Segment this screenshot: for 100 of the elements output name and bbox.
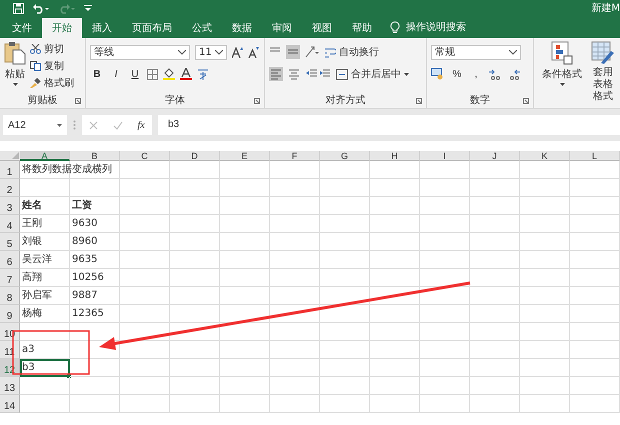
ribbon-tab[interactable]: 数据	[222, 18, 262, 38]
italic-button[interactable]: I	[109, 68, 123, 80]
cell-text: 杨梅	[22, 306, 42, 321]
copy-button[interactable]: 复制	[30, 58, 74, 74]
ribbon-tab[interactable]: 开始	[42, 18, 82, 38]
borders-icon[interactable]	[147, 68, 158, 80]
table-cell	[270, 215, 320, 233]
clipboard-icon	[4, 41, 26, 65]
dialog-launcher-icon[interactable]	[523, 98, 529, 104]
column-header[interactable]: A	[20, 151, 70, 161]
column-header[interactable]: H	[370, 151, 420, 161]
decrease-decimal-icon[interactable]	[507, 68, 521, 80]
cell-text: 王刚	[22, 217, 42, 231]
table-cell	[520, 305, 570, 323]
cell-text: 12365	[72, 307, 104, 321]
dialog-launcher-icon[interactable]	[254, 98, 260, 104]
dialog-launcher-icon[interactable]	[75, 98, 81, 104]
row-header[interactable]: 2	[0, 179, 20, 197]
customize-icon[interactable]	[84, 4, 92, 12]
table-cell	[170, 251, 220, 269]
ribbon-tab[interactable]: 页面布局	[122, 18, 182, 38]
cut-button[interactable]: 剪切	[30, 41, 74, 57]
table-cell	[520, 161, 570, 179]
table-cell	[270, 179, 320, 197]
chevron-down-icon	[509, 50, 517, 54]
ribbon-tab[interactable]: 帮助	[342, 18, 382, 38]
row-header[interactable]: 1	[0, 161, 20, 179]
table-cell	[470, 251, 520, 269]
table-cell	[220, 341, 270, 359]
row-header[interactable]: 6	[0, 251, 20, 269]
comma-button[interactable]: ,	[469, 68, 483, 80]
increase-decimal-icon[interactable]	[488, 68, 502, 80]
row-header[interactable]: 8	[0, 287, 20, 305]
table-cell	[120, 179, 170, 197]
underline-button[interactable]: U	[128, 68, 142, 80]
row-header[interactable]: 3	[0, 197, 20, 215]
ribbon-tab[interactable]: 审阅	[262, 18, 302, 38]
fill-color-icon[interactable]	[163, 68, 175, 80]
column-header[interactable]: K	[520, 151, 570, 161]
orientation-icon[interactable]	[305, 46, 319, 58]
grip-icon	[73, 120, 76, 130]
percent-button[interactable]: %	[450, 68, 464, 80]
row-header[interactable]: 4	[0, 215, 20, 233]
wrap-text-button[interactable]: 自动换行	[324, 44, 379, 60]
fill-handle[interactable]	[67, 374, 71, 378]
column-header[interactable]: G	[320, 151, 370, 161]
group-label: 数字	[470, 94, 490, 107]
name-box[interactable]: A12	[3, 115, 67, 135]
paste-button[interactable]: 粘贴	[4, 41, 26, 92]
row-header[interactable]: 5	[0, 233, 20, 251]
table-cell	[120, 161, 170, 179]
column-header[interactable]: F	[270, 151, 320, 161]
column-header[interactable]: J	[470, 151, 520, 161]
tell-me-search[interactable]: 操作说明搜索	[406, 18, 466, 38]
conditional-format-button[interactable]: 条件格式	[542, 41, 582, 108]
font-name-dropdown[interactable]: 等线	[90, 44, 190, 60]
table-cell	[370, 287, 420, 305]
align-left-icon[interactable]	[269, 67, 283, 81]
column-header[interactable]: I	[420, 151, 470, 161]
insert-function-button[interactable]: fx	[137, 120, 145, 130]
column-header[interactable]: E	[220, 151, 270, 161]
format-as-table-button[interactable]: 套用 表格格式	[590, 41, 616, 108]
column-header[interactable]: C	[120, 151, 170, 161]
cell-text: 吴云洋	[22, 253, 52, 267]
font-size-dropdown[interactable]: 11	[195, 44, 227, 60]
ribbon-tab[interactable]: 公式	[182, 18, 222, 38]
column-header[interactable]: B	[70, 151, 120, 161]
table-cell	[520, 197, 570, 215]
table-cell	[470, 377, 520, 395]
cell-text: a3	[22, 343, 34, 357]
table-cell	[170, 197, 220, 215]
table-cell	[320, 305, 370, 323]
format-painter-button[interactable]: 格式刷	[30, 75, 74, 91]
table-cell	[220, 305, 270, 323]
cell-text: 姓名	[22, 198, 42, 213]
ribbon-tab[interactable]: 文件	[2, 18, 42, 38]
align-center-icon[interactable]	[288, 68, 300, 80]
merge-center-button[interactable]: 合并后居中	[336, 66, 409, 82]
ribbon-tab[interactable]: 视图	[302, 18, 342, 38]
column-header[interactable]: L	[570, 151, 620, 161]
save-icon[interactable]	[13, 2, 24, 14]
lightbulb-icon[interactable]	[390, 21, 400, 34]
row-header[interactable]: 13	[0, 377, 20, 395]
align-middle-icon[interactable]	[286, 45, 300, 59]
row-header[interactable]: 9	[0, 305, 20, 323]
undo-icon[interactable]	[32, 2, 50, 14]
table-cell	[420, 287, 470, 305]
phonetic-icon[interactable]	[197, 68, 209, 80]
increase-font-icon[interactable]	[232, 46, 243, 58]
row-header[interactable]: 7	[0, 269, 20, 287]
row-header[interactable]: 14	[0, 395, 20, 413]
currency-icon[interactable]	[431, 68, 445, 80]
formula-field[interactable]: b3	[158, 115, 620, 135]
ribbon-tab[interactable]: 插入	[82, 18, 122, 38]
column-header[interactable]: D	[170, 151, 220, 161]
dialog-launcher-icon[interactable]	[416, 98, 422, 104]
decrease-font-icon[interactable]	[248, 46, 259, 58]
bold-button[interactable]: B	[90, 68, 104, 80]
number-format-dropdown[interactable]: 常规	[431, 44, 521, 60]
font-color-icon[interactable]	[180, 68, 192, 80]
